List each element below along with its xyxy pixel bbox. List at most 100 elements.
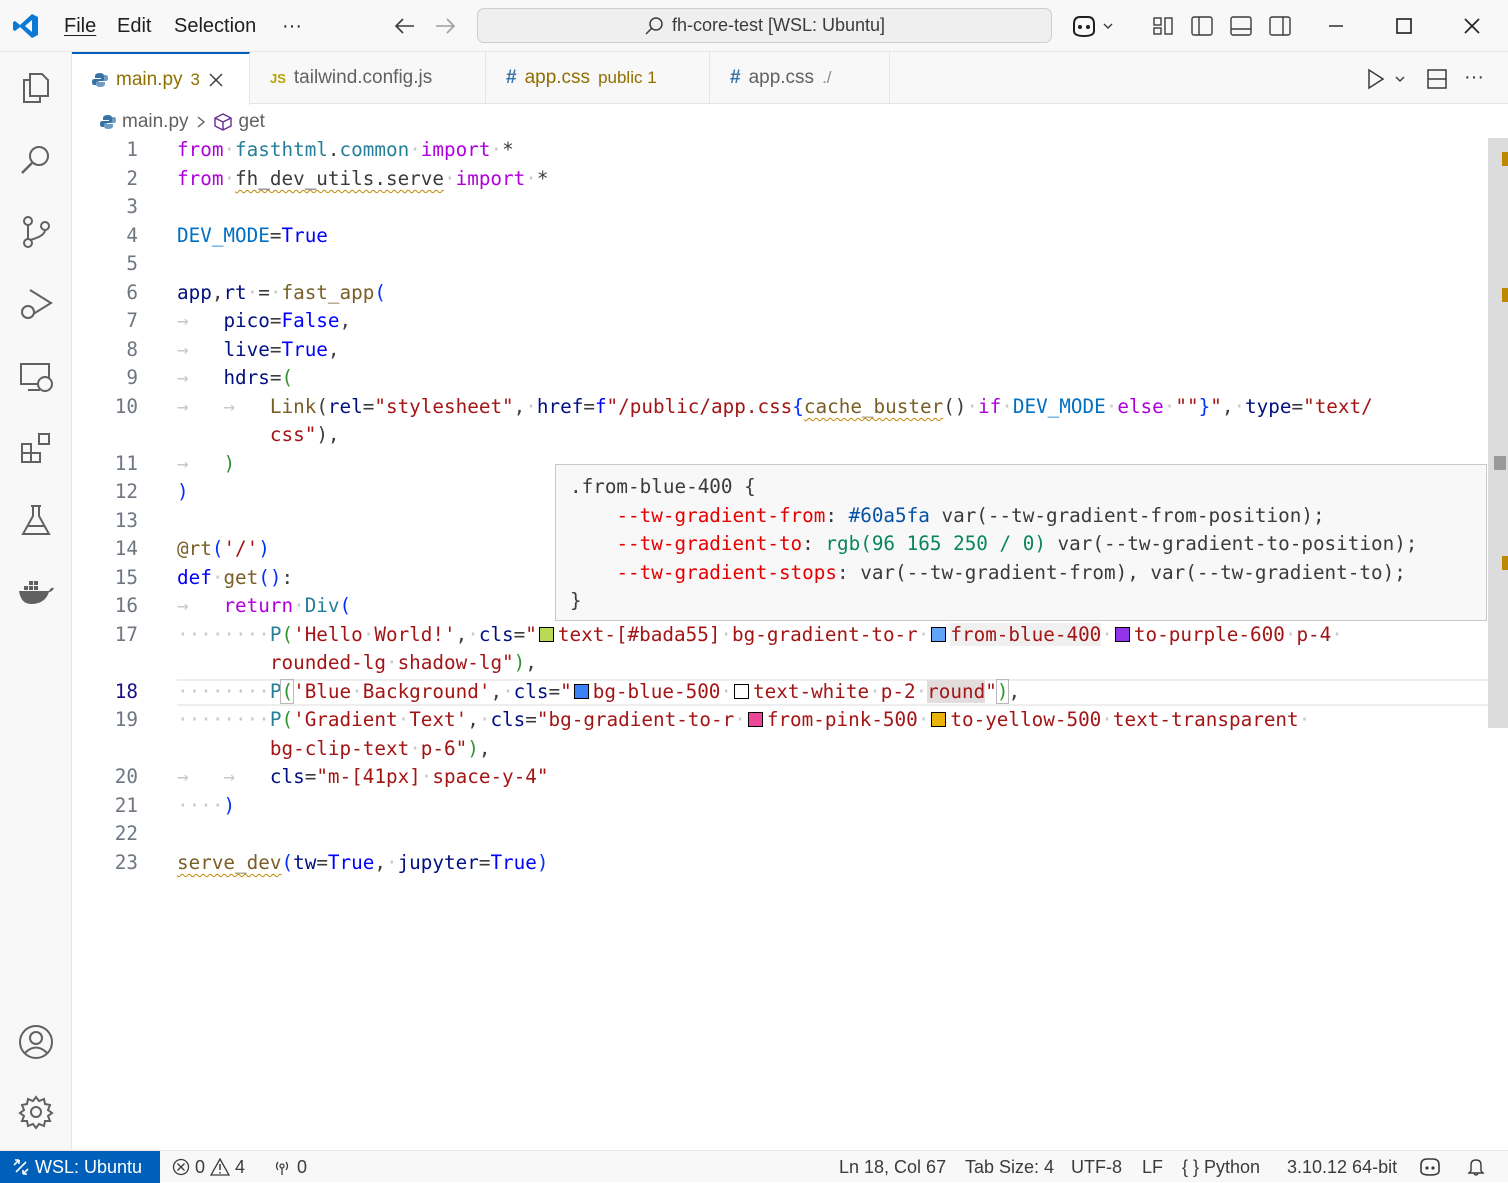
tab-app-css-local[interactable]: # app.css ./ [710,52,890,104]
docker-icon[interactable] [16,572,56,612]
tab-tailwind-config[interactable]: JS tailwind.config.js [250,52,486,104]
hover-prop: --tw-gradient-stops [616,560,837,584]
split-editor-icon[interactable] [1426,68,1448,95]
more-actions-icon[interactable]: ··· [1464,66,1484,89]
color-swatch[interactable] [573,684,589,699]
code-line: → live=True, [177,338,340,361]
tab-label: tailwind.config.js [293,67,433,88]
code-line: bg-clip-text·p-6"), [269,737,491,760]
customize-layout-icon[interactable] [1152,0,1174,52]
color-swatch[interactable] [747,712,763,727]
close-icon[interactable] [1462,0,1482,52]
tab-size-label: Tab Size: 4 [965,1156,1055,1177]
toggle-panel-icon[interactable] [1229,0,1253,52]
color-swatch[interactable] [931,627,947,642]
menu-selection-label: Selection [174,14,257,37]
activity-bar [0,52,72,1150]
line-number: 6 [126,281,138,304]
accounts-icon[interactable] [16,1022,56,1062]
language-mode[interactable]: { } Python [1182,1151,1260,1183]
line-number: 16 [114,594,138,617]
breadcrumb-file[interactable]: main.py [122,111,189,133]
tab-size[interactable]: Tab Size: 4 [965,1151,1054,1183]
encoding[interactable]: UTF-8 [1071,1151,1122,1183]
cursor-position-label: Ln 18, Col 67 [839,1156,947,1177]
run-play-icon[interactable] [1366,68,1386,95]
language-label: Python [1204,1156,1261,1177]
menu-edit[interactable]: Edit [117,0,151,52]
vscode-logo-icon [12,0,40,52]
broadcast-icon [275,1161,289,1175]
ports-indicator[interactable]: 0 [272,1151,307,1183]
command-center-search[interactable]: fh-core-test [WSL: Ubuntu] [477,8,1052,43]
cursor-position[interactable]: Ln 18, Col 67 [839,1151,946,1183]
hover-rest: var(--tw-gradient-from), var(--tw-gradie… [848,560,1406,584]
python-icon [100,115,116,129]
code-line: def·get(): [177,566,294,589]
hover-selector: .from-blue-400 { [570,475,756,498]
menu-file[interactable]: File [64,0,96,52]
color-swatch[interactable] [734,684,750,699]
copilot-menu[interactable] [1070,0,1114,52]
line-ending[interactable]: LF [1142,1151,1163,1183]
toggle-primary-sidebar-icon[interactable] [1190,0,1214,52]
run-debug-icon[interactable] [16,284,56,324]
tab-label: main.py [116,68,183,90]
minimize-icon[interactable] [1326,0,1346,52]
tab-label: app.css [748,67,815,88]
chevron-down-icon [1103,23,1113,29]
overview-warning-marker [1502,288,1508,302]
menu-selection[interactable]: Selection [174,0,256,52]
code-editor[interactable]: 1 2 3 4 5 6 7 8 9 10 11 12 13 14 15 16 1… [72,138,1507,1148]
maximize-icon[interactable] [1394,0,1414,52]
tab-app-css-public[interactable]: # app.css public 1 [486,52,710,104]
back-arrow-icon[interactable] [394,0,416,52]
settings-gear-icon[interactable] [16,1092,56,1132]
line-number: 21 [114,794,138,817]
source-control-icon[interactable] [16,212,56,252]
extensions-icon[interactable] [16,428,56,468]
tab-main-py[interactable]: main.py 3 [72,52,250,105]
search-view-icon[interactable] [16,140,56,180]
color-swatch[interactable] [538,627,554,642]
problems-indicator[interactable]: 0 4 [172,1151,245,1183]
notifications-bell-icon[interactable] [1466,1151,1486,1183]
code-line: → hdrs=( [177,366,294,389]
remote-explorer-icon[interactable] [16,356,56,396]
color-swatch[interactable] [1114,627,1130,642]
interpreter-label: 3.10.12 64-bit [1287,1156,1398,1177]
color-swatch[interactable] [931,712,947,727]
python-interpreter[interactable]: 3.10.12 64-bit [1287,1151,1397,1183]
css-hash-icon: # [506,67,517,88]
code-line: → → cls="m-[41px]·space-y-4" [177,765,549,788]
tab-problem-badge: 3 [190,69,200,89]
toggle-secondary-sidebar-icon[interactable] [1268,0,1292,52]
remote-indicator[interactable]: WSL: Ubuntu [0,1151,160,1183]
warning-icon [210,1158,231,1176]
code-line: ) [177,480,189,503]
code-line: serve_dev(tw=True,·jupyter=True) [177,851,549,874]
line-number: 5 [126,252,138,275]
chevron-right-icon [197,116,205,128]
close-icon[interactable] [208,72,224,88]
line-number: 8 [126,338,138,361]
testing-flask-icon[interactable] [16,500,56,540]
code-line: from·fasthtml.common·import·* [177,138,514,161]
copilot-status-icon[interactable] [1418,1151,1442,1183]
line-number: 17 [114,623,138,646]
code-line: → pico=False, [177,309,352,332]
forward-arrow-icon[interactable] [434,0,456,52]
error-count: 0 [195,1156,206,1177]
menu-more[interactable]: ··· [282,0,302,52]
overview-cursor-marker [1494,456,1506,470]
line-number: 3 [126,195,138,218]
ports-count: 0 [297,1156,308,1177]
status-bar: WSL: Ubuntu 0 4 0 Ln 18, Col 67 Tab Size… [0,1150,1508,1183]
breadcrumb-symbol[interactable]: get [239,111,265,133]
line-number: 14 [114,537,138,560]
line-number: 19 [114,708,138,731]
chevron-down-icon[interactable] [1394,72,1406,90]
vertical-scrollbar[interactable] [1488,138,1508,728]
explorer-icon[interactable] [16,68,56,108]
code-line: DEV_MODE=True [177,224,328,247]
